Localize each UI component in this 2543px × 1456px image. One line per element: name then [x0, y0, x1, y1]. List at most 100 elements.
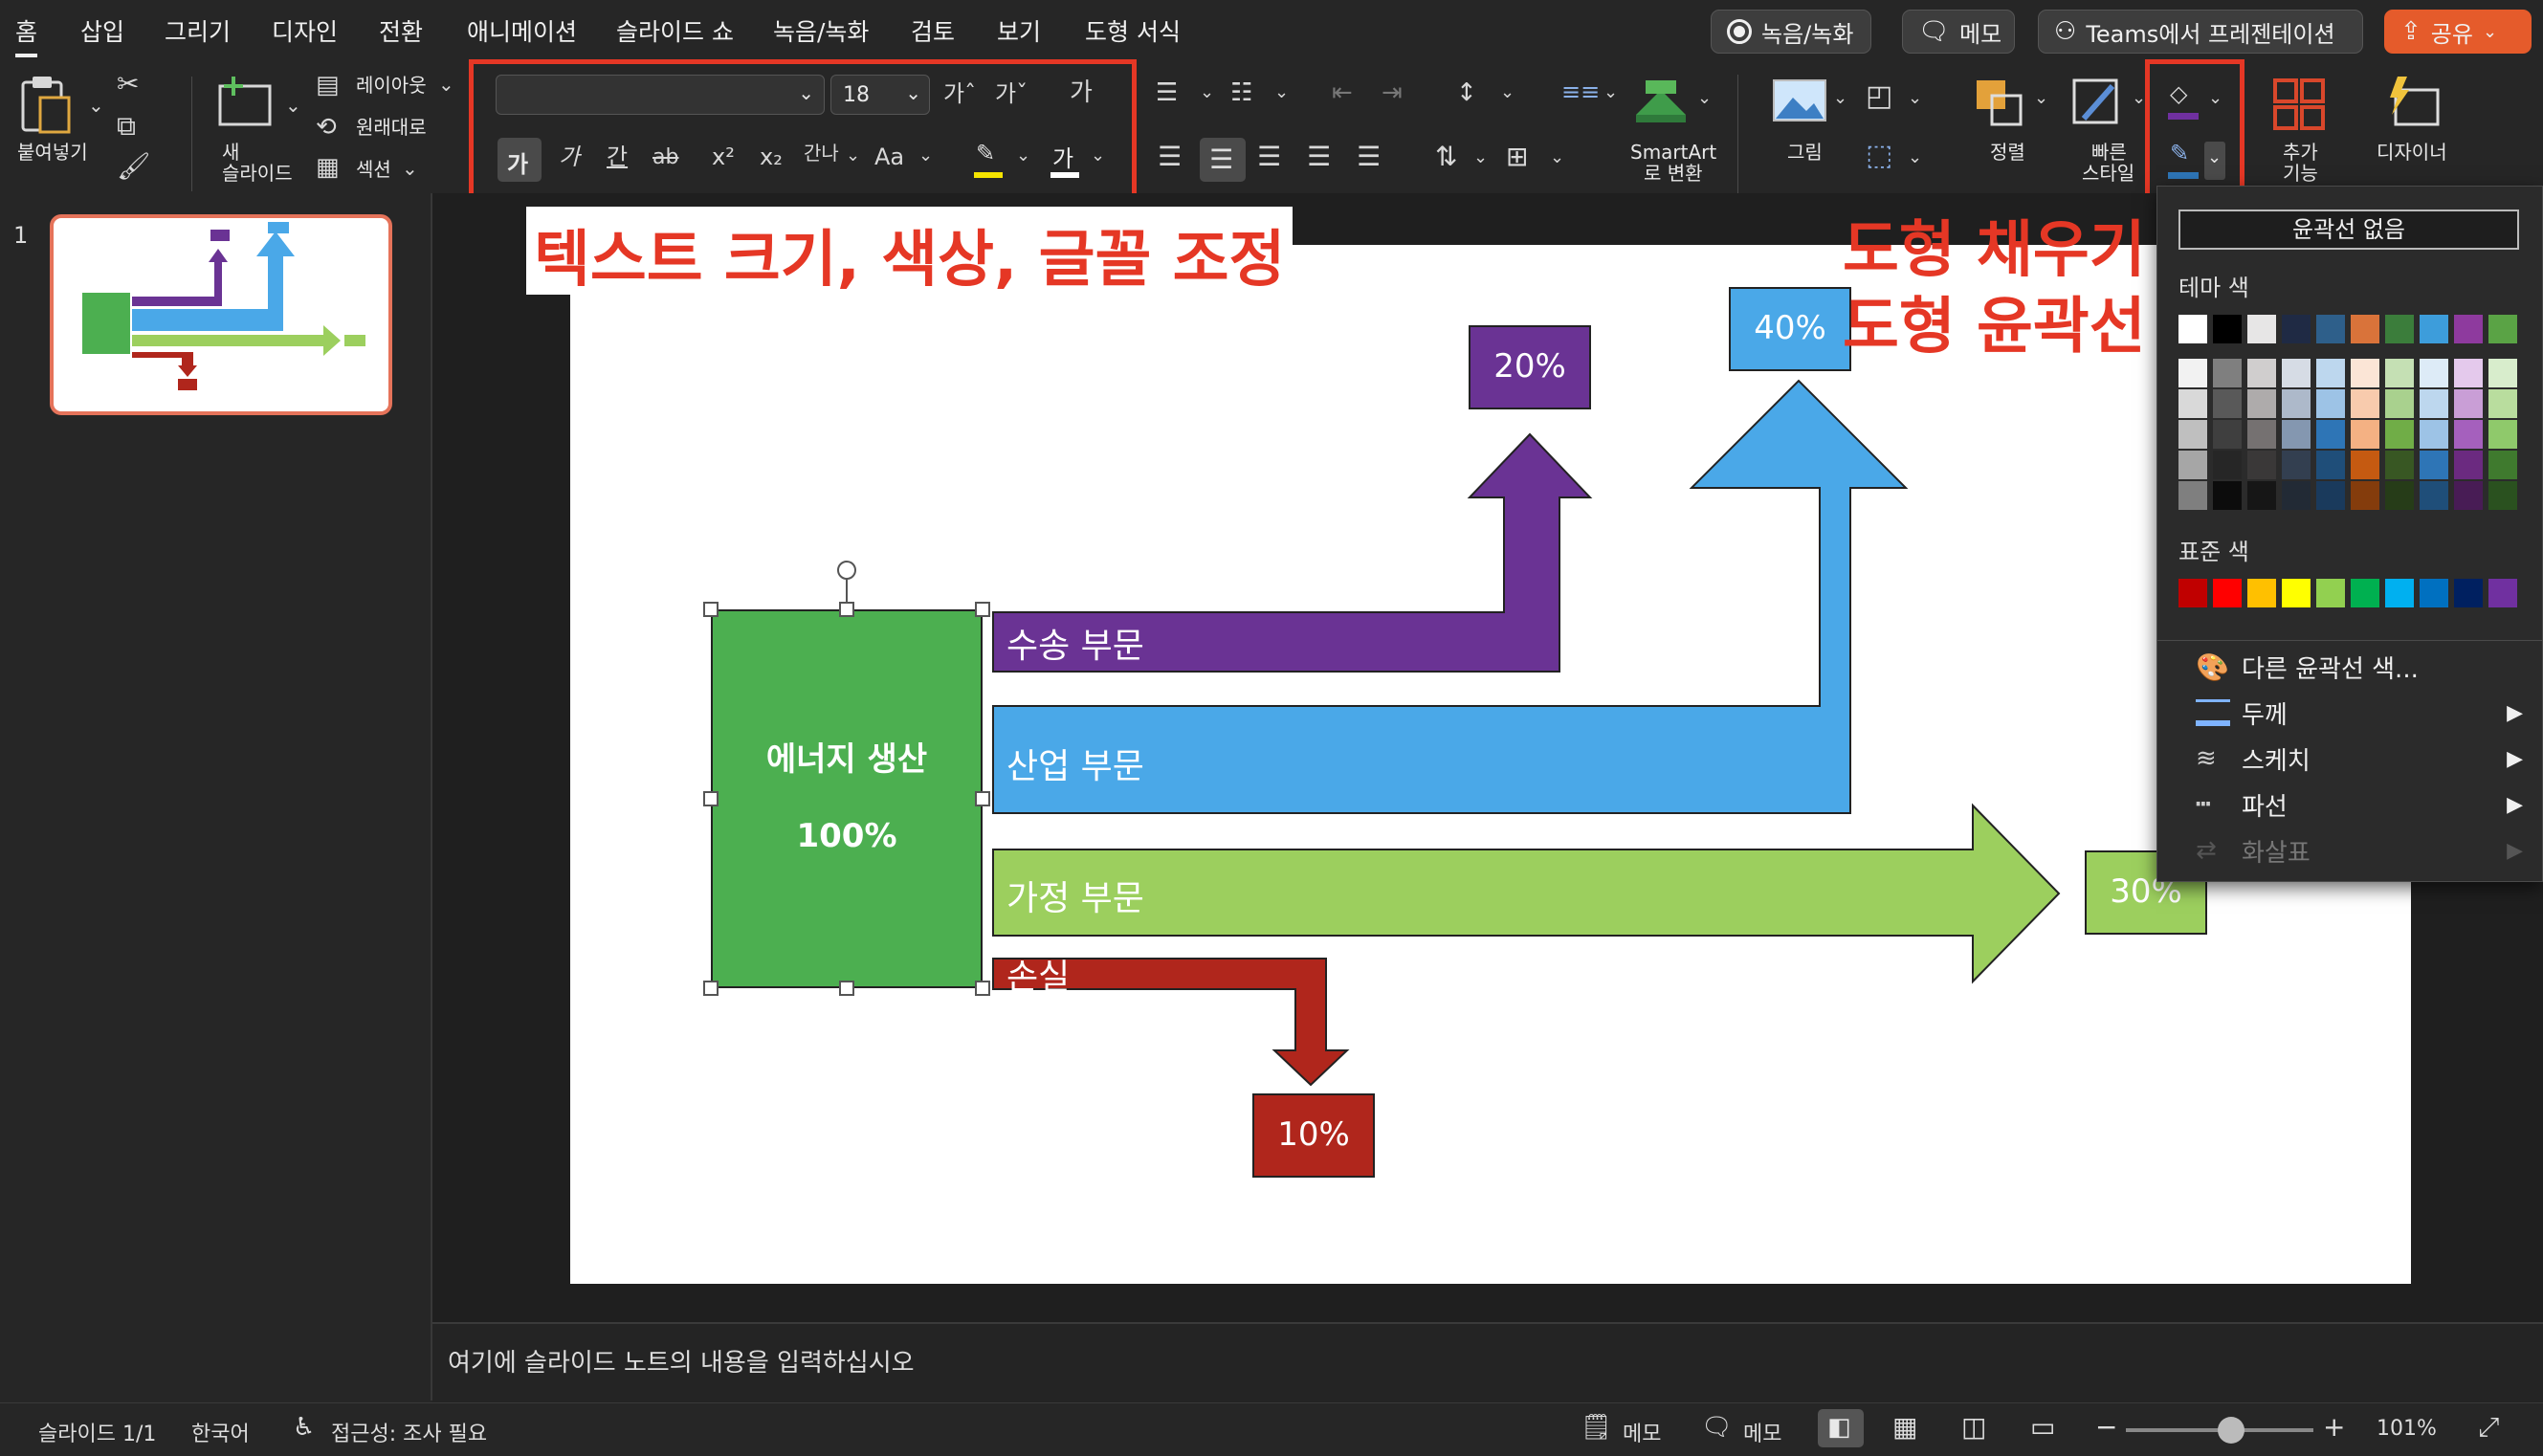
color-swatch[interactable] [2247, 359, 2276, 387]
smartart-button[interactable] [1632, 77, 1690, 124]
slide-sorter-icon[interactable]: ▦ [1892, 1411, 1917, 1443]
color-swatch[interactable] [2282, 579, 2311, 607]
color-swatch[interactable] [2282, 481, 2311, 510]
color-swatch[interactable] [2178, 389, 2207, 418]
chevron-down-icon[interactable]: ⌄ [1500, 84, 1515, 101]
color-swatch[interactable] [2420, 315, 2448, 343]
color-swatch[interactable] [2316, 579, 2345, 607]
tab-animations[interactable]: 애니메이션 [467, 13, 577, 48]
sketch-item[interactable]: ≋ 스케치 ▶ [2157, 738, 2543, 780]
notes-pane[interactable]: 여기에 슬라이드 노트의 내용을 입력하십시오 [432, 1322, 2543, 1402]
bullets-icon[interactable]: ☰ [1156, 80, 1178, 105]
color-swatch[interactable] [2316, 481, 2345, 510]
chevron-down-icon[interactable]: ⌄ [1274, 84, 1289, 101]
color-swatch[interactable] [2488, 451, 2517, 479]
shapes-icon[interactable]: ◰ [1866, 82, 1892, 111]
zoom-in-icon[interactable]: + [2323, 1411, 2345, 1443]
color-swatch[interactable] [2282, 315, 2311, 343]
color-swatch[interactable] [2316, 389, 2345, 418]
color-swatch[interactable] [2178, 481, 2207, 510]
color-swatch[interactable] [2213, 359, 2242, 387]
color-swatch[interactable] [2454, 481, 2483, 510]
tab-record[interactable]: 녹음/녹화 [773, 13, 869, 48]
color-swatch[interactable] [2178, 579, 2207, 607]
text-direction-icon[interactable]: ⇅ [1435, 143, 1457, 170]
color-swatch[interactable] [2247, 389, 2276, 418]
zoom-slider[interactable] [2126, 1417, 2313, 1444]
cut-icon[interactable]: ✂ [117, 71, 139, 98]
color-swatch[interactable] [2385, 481, 2414, 510]
color-swatch[interactable] [2316, 315, 2345, 343]
tab-draw[interactable]: 그리기 [165, 13, 231, 48]
increase-indent-icon[interactable]: ⇥ [1382, 80, 1403, 105]
distributed-icon[interactable]: ☰ [1357, 143, 1381, 170]
no-outline-button[interactable]: 윤곽선 없음 [2178, 210, 2519, 250]
color-swatch[interactable] [2454, 359, 2483, 387]
layout-button[interactable]: 레이아웃 [356, 75, 427, 96]
chevron-down-icon[interactable]: ⌄ [1603, 84, 1618, 101]
color-swatch[interactable] [2247, 481, 2276, 510]
color-swatch[interactable] [2488, 420, 2517, 449]
color-swatch[interactable] [2420, 481, 2448, 510]
tab-review[interactable]: 검토 [911, 13, 955, 48]
section-button[interactable]: 섹션 [356, 159, 391, 180]
slide-thumbnail[interactable] [50, 214, 392, 415]
color-swatch[interactable] [2178, 359, 2207, 387]
accessibility-status[interactable]: 접근성: 조사 필요 [331, 1417, 487, 1447]
color-swatch[interactable] [2213, 315, 2242, 343]
tab-design[interactable]: 디자인 [272, 13, 338, 48]
dashes-item[interactable]: ┅ 파선 ▶ [2157, 783, 2543, 826]
chevron-down-icon[interactable]: ⌄ [88, 96, 104, 115]
line-spacing-icon[interactable]: ↕ [1456, 80, 1477, 105]
color-swatch[interactable] [2488, 579, 2517, 607]
slide-canvas[interactable]: 에너지 생산 100% 수송 부문 산업 부문 가정 부문 손실 20% 40%… [570, 245, 2411, 1284]
align-left-icon[interactable]: ☰ [1158, 143, 1182, 170]
chevron-down-icon[interactable]: ⌄ [438, 75, 454, 94]
color-swatch[interactable] [2351, 420, 2379, 449]
textbox-icon[interactable]: ⬚ [1866, 142, 1892, 170]
color-swatch[interactable] [2178, 451, 2207, 479]
copy-icon[interactable]: ⧉ [117, 113, 136, 140]
color-swatch[interactable] [2282, 359, 2311, 387]
color-swatch[interactable] [2420, 451, 2448, 479]
share-button[interactable]: ⇪ 공유 ⌄ [2384, 10, 2532, 54]
color-swatch[interactable] [2178, 315, 2207, 343]
color-swatch[interactable] [2351, 451, 2379, 479]
language[interactable]: 한국어 [191, 1417, 250, 1447]
color-swatch[interactable] [2488, 315, 2517, 343]
align-right-icon[interactable]: ☰ [1257, 143, 1281, 170]
decrease-indent-icon[interactable]: ⇤ [1332, 80, 1353, 105]
chevron-down-icon[interactable]: ⌄ [1697, 90, 1712, 107]
color-swatch[interactable] [2385, 359, 2414, 387]
zoom-slider-thumb[interactable] [2217, 1417, 2244, 1444]
record-button[interactable]: 녹음/녹화 [1711, 10, 1871, 54]
more-outline-colors-item[interactable]: 🎨 다른 윤곽선 색... [2157, 646, 2543, 688]
color-swatch[interactable] [2213, 481, 2242, 510]
normal-view-button[interactable]: ◧ [1818, 1409, 1864, 1447]
color-swatch[interactable] [2351, 481, 2379, 510]
color-swatch[interactable] [2351, 389, 2379, 418]
color-swatch[interactable] [2213, 579, 2242, 607]
chevron-down-icon[interactable]: ⌄ [285, 96, 301, 115]
color-swatch[interactable] [2420, 389, 2448, 418]
paste-button[interactable] [17, 75, 71, 134]
justify-icon[interactable]: ☰ [1307, 143, 1331, 170]
chevron-down-icon[interactable]: ⌄ [1908, 149, 1922, 166]
addins-button[interactable] [2271, 77, 2329, 134]
tab-transitions[interactable]: 전환 [379, 13, 423, 48]
color-swatch[interactable] [2454, 315, 2483, 343]
chevron-down-icon[interactable]: ⌄ [1473, 149, 1488, 166]
color-swatch[interactable] [2282, 451, 2311, 479]
color-swatch[interactable] [2488, 481, 2517, 510]
color-swatch[interactable] [2316, 451, 2345, 479]
color-swatch[interactable] [2247, 420, 2276, 449]
color-swatch[interactable] [2213, 389, 2242, 418]
align-text-icon[interactable]: ⊞ [1506, 143, 1528, 170]
align-center-button[interactable]: ☰ [1200, 138, 1246, 182]
color-swatch[interactable] [2385, 389, 2414, 418]
color-swatch[interactable] [2351, 579, 2379, 607]
tab-shape-format[interactable]: 도형 서식 [1085, 13, 1181, 48]
color-swatch[interactable] [2454, 451, 2483, 479]
color-swatch[interactable] [2316, 420, 2345, 449]
picture-button[interactable] [1772, 78, 1827, 122]
